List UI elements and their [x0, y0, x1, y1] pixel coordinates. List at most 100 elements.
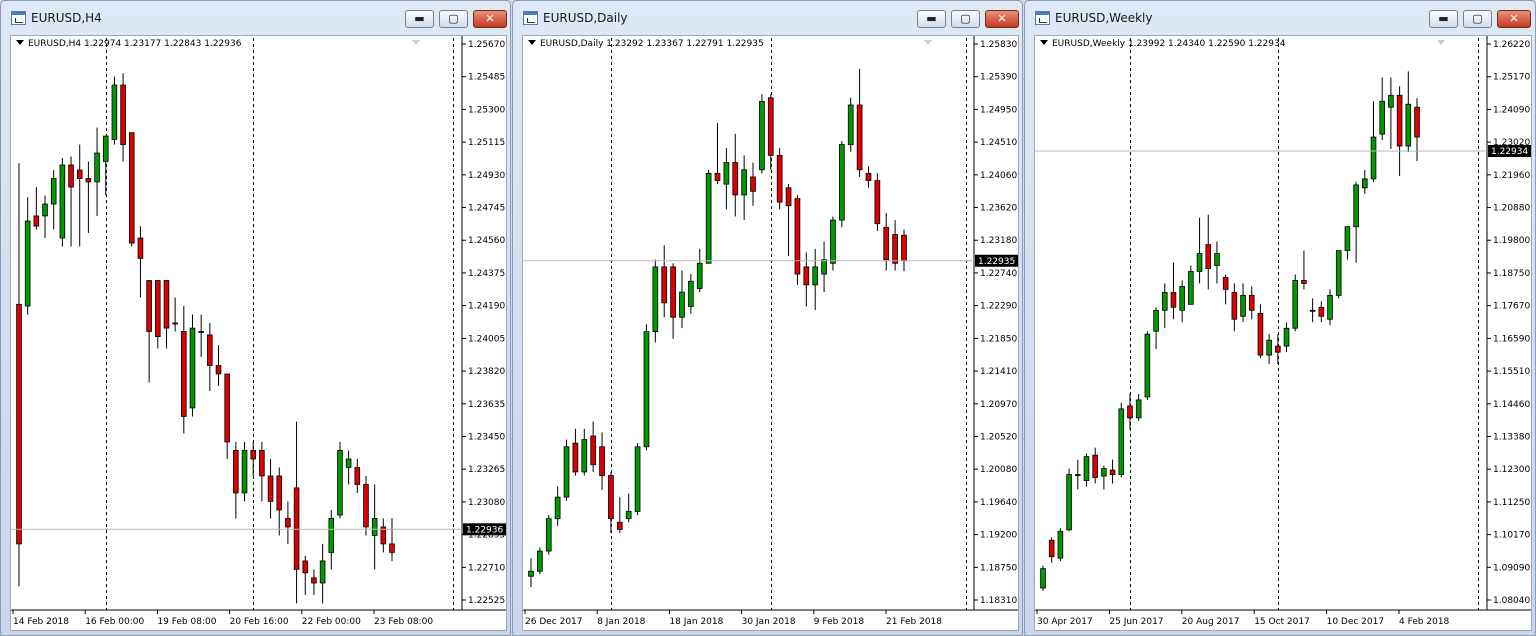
- maximize-button[interactable]: ▢: [951, 10, 980, 28]
- dropdown-triangle-icon[interactable]: [528, 40, 536, 45]
- price-tick-label: 1.26220: [1493, 40, 1530, 50]
- price-tick-label: 1.23265: [468, 465, 505, 475]
- candlestick-chart[interactable]: 1.25670 1.25485 1.25300 1.25115 1.24930 1.247…: [10, 35, 507, 631]
- time-tick-label: 9 Feb 2018: [814, 617, 865, 627]
- candle-body: [1118, 408, 1125, 475]
- maximize-button[interactable]: ▢: [439, 10, 468, 28]
- candle-body: [293, 487, 300, 570]
- candle-body: [76, 169, 83, 179]
- candle-body: [163, 280, 170, 329]
- candle-body: [670, 266, 676, 318]
- price-tick-label: 1.23180: [980, 236, 1017, 246]
- title-bar[interactable]: EURUSD,Weekly ▬ ▢ ✕: [1025, 1, 1535, 35]
- price-tick-label: 1.20520: [980, 432, 1017, 442]
- candle-body: [883, 226, 890, 261]
- price-tick-label: 1.18750: [1493, 269, 1530, 279]
- dropdown-triangle-icon[interactable]: [1040, 40, 1048, 45]
- chart-svg[interactable]: 1.262201.251701.240901.230201.219601.208…: [1035, 36, 1532, 631]
- price-tick-label: 1.16590: [1493, 334, 1530, 344]
- candle-body: [1092, 454, 1098, 478]
- candle-body: [1414, 106, 1420, 138]
- candle-body: [838, 144, 845, 221]
- price-tick-label: 1.23820: [468, 367, 505, 377]
- candle-body: [1257, 312, 1264, 356]
- candle-body: [68, 164, 74, 188]
- candle-body: [328, 518, 335, 553]
- candle-body: [696, 262, 703, 289]
- minimize-button[interactable]: ▬: [917, 10, 946, 28]
- candle-body: [625, 511, 632, 520]
- price-tick-label: 1.24090: [1493, 105, 1530, 115]
- time-tick-label: 19 Feb 08:00: [157, 617, 216, 627]
- close-button[interactable]: ✕: [473, 10, 507, 28]
- price-tick-label: 1.09090: [1493, 563, 1530, 573]
- candle-body: [128, 132, 135, 244]
- candle-body: [363, 484, 369, 528]
- maximize-button[interactable]: ▢: [1463, 10, 1492, 28]
- time-tick-label: 23 Feb 08:00: [374, 617, 433, 627]
- candle-body: [345, 458, 352, 468]
- candle-body: [1231, 291, 1238, 320]
- chart-window-h4[interactable]: EURUSD,H4 ▬ ▢ ✕ 1.25670 1.25485 1.25300 1.2…: [0, 0, 511, 636]
- candle-body: [1344, 226, 1351, 251]
- trade-panel-triangle-icon: [412, 40, 420, 45]
- candle-body: [189, 327, 196, 409]
- candlestick-chart[interactable]: 1.26220 1.25170 1.24090 1.23020 1.21960 1.208…: [1034, 35, 1532, 631]
- chart-svg[interactable]: 1.25670 1.25485 1.25300 1.25115 1.24930 1.247…: [11, 36, 507, 631]
- candle-body: [1266, 339, 1272, 356]
- candle-body: [215, 365, 222, 375]
- candle-body: [1248, 294, 1255, 311]
- price-tick-label: 1.20080: [980, 465, 1017, 475]
- candle-body: [354, 467, 361, 485]
- price-tick-label: 1.24060: [980, 171, 1017, 181]
- title-bar[interactable]: EURUSD,H4 ▬ ▢ ✕: [1, 1, 510, 35]
- close-button[interactable]: ✕: [985, 10, 1019, 28]
- price-tick-label: 1.18750: [980, 563, 1017, 573]
- price-tick-label: 1.15510: [1493, 367, 1530, 377]
- time-tick-label: 20 Feb 16:00: [230, 617, 289, 627]
- candlestick-chart[interactable]: 1.25830 1.25390 1.24950 1.24510 1.24060 1.236…: [522, 35, 1019, 631]
- window-title: EURUSD,Daily: [543, 11, 628, 25]
- price-tick-label: 1.22290: [980, 302, 1017, 312]
- candle-body: [679, 291, 685, 318]
- candle-body: [590, 435, 597, 466]
- candle-body: [85, 178, 92, 183]
- chart-svg[interactable]: 1.25830 1.25390 1.24950 1.24510 1.24060 1.236…: [523, 36, 1019, 631]
- chart-window-icon: [1035, 11, 1050, 25]
- close-button[interactable]: ✕: [1497, 10, 1531, 28]
- candle-body: [1048, 539, 1055, 558]
- price-tick-label: 1.24745: [468, 204, 505, 214]
- chart-info-line: EURUSD,H4 1.22974 1.23177 1.22843 1.2293…: [16, 39, 241, 49]
- candle-body: [198, 331, 204, 333]
- price-tick-label: 1.23620: [980, 204, 1017, 214]
- candle-body: [16, 303, 22, 545]
- candle-body: [1283, 327, 1290, 347]
- window-title: EURUSD,Weekly: [1055, 11, 1153, 25]
- candle-body: [830, 219, 836, 264]
- candle-body: [661, 266, 668, 304]
- chart-window-weekly[interactable]: EURUSD,Weekly ▬ ▢ ✕ 1.26220 1.25170 1.2409…: [1024, 0, 1536, 636]
- candle-body: [1188, 271, 1194, 305]
- candle-body: [794, 198, 801, 275]
- minimize-button[interactable]: ▬: [405, 10, 434, 28]
- candle-body: [241, 450, 248, 494]
- candle-body: [634, 446, 641, 512]
- candle-body: [537, 550, 543, 572]
- chart-window-icon: [11, 11, 26, 25]
- candle-body: [1179, 286, 1185, 311]
- dropdown-triangle-icon[interactable]: [16, 40, 24, 45]
- chart-window-daily[interactable]: EURUSD,Daily ▬ ▢ ✕ 1.25830 1.25390 1.24950…: [512, 0, 1023, 636]
- price-tick-label: 1.19640: [980, 498, 1017, 508]
- candle-body: [776, 154, 783, 203]
- candle-body: [42, 203, 48, 217]
- minimize-button[interactable]: ▬: [1429, 10, 1458, 28]
- title-bar[interactable]: EURUSD,Daily ▬ ▢ ✕: [513, 1, 1022, 35]
- price-tick-label: 1.23635: [468, 400, 505, 410]
- candle-body: [24, 220, 31, 307]
- candle-body: [233, 450, 239, 494]
- candle-body: [224, 373, 230, 443]
- candle-body: [1370, 136, 1377, 180]
- candle-body: [102, 135, 109, 162]
- trade-panel-triangle-icon: [1437, 40, 1445, 45]
- price-tick-label: 1.24950: [980, 105, 1017, 115]
